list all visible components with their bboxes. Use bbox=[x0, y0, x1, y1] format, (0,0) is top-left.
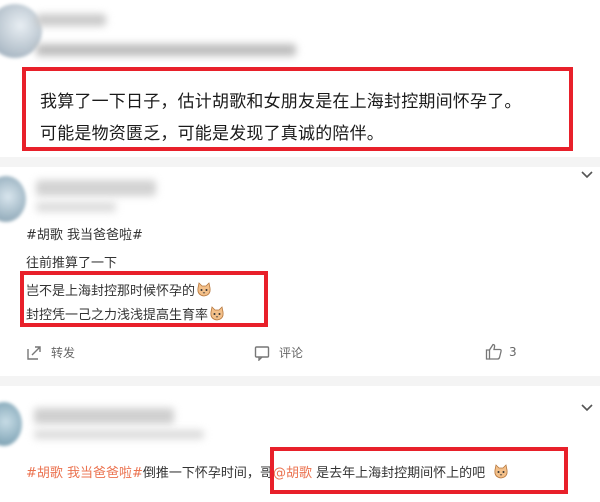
comment-text: 岂不是上海封控那时候怀孕的 bbox=[26, 284, 196, 299]
comment-label: 评论 bbox=[279, 346, 304, 360]
chevron-down-icon[interactable] bbox=[581, 171, 593, 179]
like-button[interactable]: 3 bbox=[485, 343, 517, 360]
section-divider bbox=[0, 157, 600, 167]
blurred-username bbox=[36, 180, 156, 196]
highlight-box bbox=[270, 447, 568, 494]
repost-button[interactable]: 转发 bbox=[26, 344, 75, 361]
blurred-username bbox=[36, 14, 106, 26]
like-icon bbox=[485, 343, 502, 360]
comment-icon bbox=[254, 345, 270, 361]
topic-link[interactable]: #胡歌 我当爸爸啦# bbox=[26, 224, 143, 243]
comment-text-line: 封控凭一己之力浅浅提高生育率 bbox=[26, 304, 225, 323]
blurred-meta bbox=[36, 202, 116, 212]
cat-emoji-icon bbox=[210, 306, 224, 321]
topic-link[interactable]: #胡歌 我当爸爸啦# bbox=[26, 466, 143, 481]
blurred-username bbox=[34, 408, 174, 424]
comment-text: 封控凭一己之力浅浅提高生育率 bbox=[26, 308, 209, 323]
comment-text-line: 往前推算了一下 bbox=[26, 256, 118, 271]
chevron-down-icon[interactable] bbox=[581, 404, 593, 412]
avatar[interactable] bbox=[0, 176, 26, 222]
cat-emoji-icon bbox=[197, 282, 211, 297]
comment-button[interactable]: 评论 bbox=[254, 344, 303, 361]
like-count: 3 bbox=[509, 344, 517, 359]
blurred-meta bbox=[36, 44, 296, 56]
comment-text-line: 岂不是上海封控那时候怀孕的 bbox=[26, 280, 212, 299]
section-divider bbox=[0, 376, 600, 386]
comment-text: 倒推一下怀孕时间， bbox=[142, 466, 260, 481]
blurred-meta bbox=[34, 430, 204, 439]
comment-text-line: 可能是物资匮乏，可能是发现了真诚的陪伴。 bbox=[40, 124, 384, 144]
avatar[interactable] bbox=[0, 402, 22, 446]
repost-label: 转发 bbox=[51, 346, 76, 360]
comment-text-line: 我算了一下日子，估计胡歌和女朋友是在上海封控期间怀孕了。 bbox=[40, 92, 522, 112]
repost-icon bbox=[27, 345, 41, 360]
